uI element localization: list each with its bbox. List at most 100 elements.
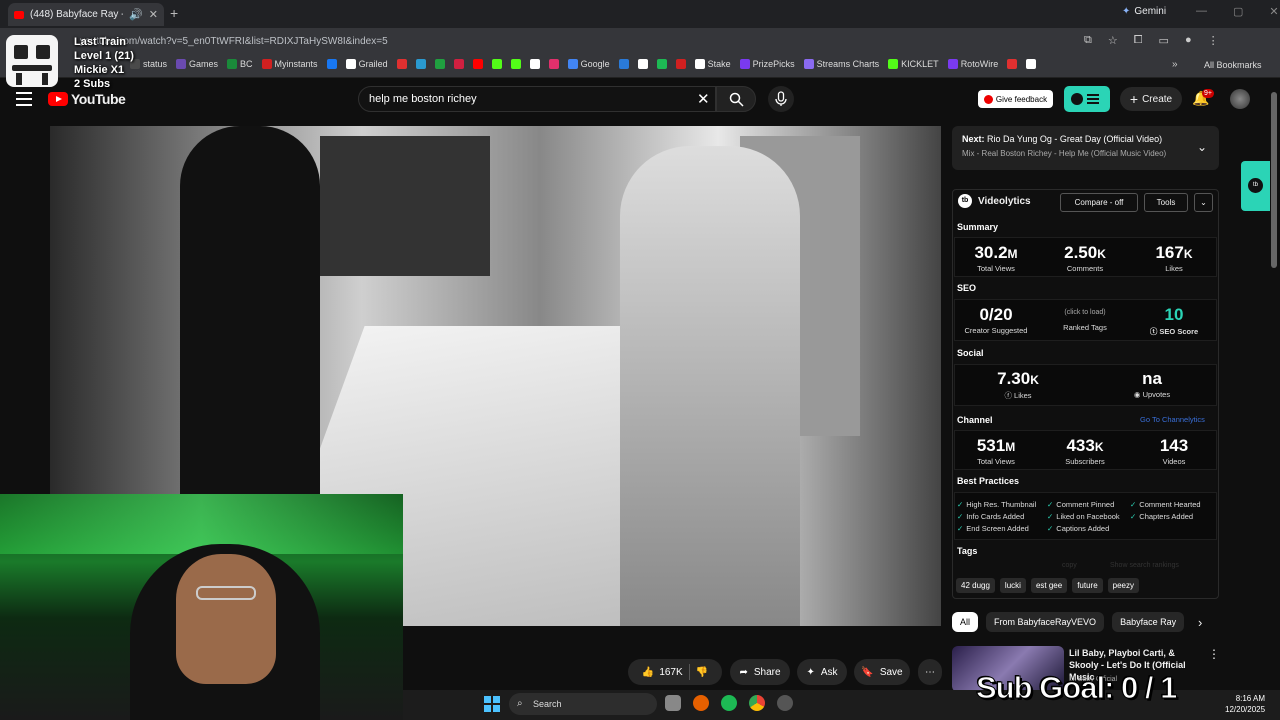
bookmark-label: BC [240,59,253,69]
firefox-icon[interactable] [693,695,709,711]
search-input[interactable]: help me boston richey [358,86,716,112]
tag-chip[interactable]: lucki [999,578,1026,593]
stat-label: Likes [1165,264,1183,273]
bookmark-item[interactable] [529,59,540,69]
plus-icon: + [1129,91,1139,107]
like-button[interactable]: 👍 167K [642,667,683,678]
bookmark-item[interactable]: RotoWire [947,59,998,69]
bookmark-item[interactable] [510,59,521,69]
creator-suggested-stat: 0/20 Creator Suggested [956,305,1036,335]
bookmark-item[interactable] [472,59,483,69]
profile-icon[interactable]: ● [1185,34,1192,47]
bookmark-item[interactable]: Grailed [345,59,388,69]
bookmark-item[interactable]: Games [176,59,218,69]
address-bar[interactable]: youtube.com/watch?v=5_en0TtWFRI&list=RDI… [72,33,1092,51]
create-button[interactable]: + Create [1120,87,1182,111]
more-actions-button[interactable]: ⋯ [918,659,942,685]
tag-chip[interactable]: est gee [1030,578,1068,593]
chip-from-channel[interactable]: From BabyfaceRayVEVO [986,612,1105,632]
seo-heading: SEO [957,283,977,293]
bookmark-item[interactable]: KICKLET [888,59,939,69]
bookmark-item[interactable] [656,59,667,69]
train-line: Last Train [74,36,126,48]
bookmark-item[interactable] [491,59,502,69]
gemini-button[interactable]: ✦ Gemini [1122,6,1166,17]
chevron-down-icon[interactable]: ⌄ [1197,140,1207,154]
stat-label: Subscribers [1065,457,1105,466]
bookmark-item[interactable]: BC [227,59,253,69]
browser-tab[interactable]: (448) Babyface Ray - Family 🔊 ✕ [8,3,164,26]
bookmark-item[interactable] [415,59,426,69]
search-button[interactable] [716,86,756,112]
channelytics-link[interactable]: Go To Channelytics [1140,415,1205,424]
chip-babyface-ray[interactable]: Babyface Ray [1112,612,1185,632]
bookmark-item[interactable]: status [130,59,167,69]
give-feedback-button[interactable]: Give feedback [978,90,1053,108]
bookmark-item[interactable] [326,59,337,69]
bookmark-item[interactable] [1026,59,1037,69]
bookmark-label: Myinstants [274,59,318,69]
panel-collapse-icon[interactable]: ⌄ [1194,193,1213,212]
bookmark-item[interactable]: Stake [694,59,731,69]
minimize-icon[interactable]: — [1196,5,1207,18]
chevron-right-icon[interactable]: › [1198,615,1202,630]
ranked-tags-stat[interactable]: (click to load) Ranked Tags [1045,308,1125,332]
windows-start-icon[interactable] [484,696,500,712]
tag-chip[interactable]: future [1072,578,1103,593]
sidebar-icon[interactable]: ▭ [1159,34,1169,47]
dislike-button[interactable]: 👎 [696,667,708,678]
address-bar-icons: ⧉ ☆ ⧠ ▭ ● ⋮ [1084,34,1219,47]
ask-button[interactable]: ✦ Ask [797,659,847,685]
bookmark-item[interactable] [675,59,686,69]
compare-toggle[interactable]: Compare - off [1060,193,1138,212]
bookmark-item[interactable]: PrizePicks [739,59,795,69]
share-button[interactable]: ➦ Share [730,659,790,685]
install-app-icon[interactable]: ⧉ [1084,34,1092,47]
account-avatar[interactable] [1230,89,1250,109]
clear-search-icon[interactable]: ✕ [697,90,710,108]
tools-dropdown[interactable]: Tools [1144,193,1188,212]
next-up-panel[interactable]: Next: Rio Da Yung Og - Great Day (Offici… [952,126,1219,170]
save-button[interactable]: 🔖 Save [854,659,910,685]
videolytics-floating-button[interactable]: tb [1241,161,1270,211]
bookmark-item[interactable]: Google [567,59,610,69]
show-search-rankings-link[interactable]: Show search rankings [1110,562,1179,569]
stat-value: 143 [1159,436,1189,455]
all-bookmarks-folder[interactable]: All Bookmarks [1204,60,1262,70]
close-tab-icon[interactable]: ✕ [149,8,158,21]
bookmark-item[interactable]: Myinstants [261,59,318,69]
bookmark-item[interactable] [637,59,648,69]
best-practice-label: High Res. Thumbnail [966,500,1037,509]
chrome-icon[interactable] [749,695,765,711]
speaker-icon[interactable]: 🔊 [129,8,143,21]
spotify-icon[interactable] [721,695,737,711]
new-tab-button[interactable]: + [170,5,178,21]
videolytics-toolbar-button[interactable] [1064,86,1110,112]
voice-search-button[interactable] [768,86,794,112]
tag-chip[interactable]: 42 dugg [956,578,995,593]
copy-tags-link[interactable]: copy [1062,562,1077,569]
scrollbar[interactable] [1271,92,1277,268]
bookmark-star-icon[interactable]: ☆ [1108,34,1118,47]
obs-icon[interactable] [777,695,793,711]
tag-chip[interactable]: peezy [1107,578,1140,593]
bookmark-item[interactable] [434,59,445,69]
more-bookmarks-icon[interactable]: » [1172,59,1178,70]
menu-icon[interactable]: ⋮ [1208,34,1219,47]
maximize-icon[interactable]: ▢ [1233,5,1243,18]
gemini-label: Gemini [1134,6,1167,17]
bookmark-item[interactable] [548,59,559,69]
bookmark-item[interactable] [396,59,407,69]
bookmark-item[interactable] [1007,59,1018,69]
bookmark-item[interactable] [453,59,464,69]
bookmark-item[interactable] [618,59,629,69]
taskbar-search[interactable]: ⌕ Search [509,693,657,715]
chip-all[interactable]: All [952,612,979,632]
extensions-icon[interactable]: ⧠ [1134,34,1143,47]
hamburger-menu-icon[interactable] [16,92,32,106]
more-vertical-icon[interactable]: ⋮ [1208,647,1220,661]
youtube-logo[interactable]: YouTube [48,91,126,107]
close-window-icon[interactable]: ✕ [1269,5,1278,18]
file-explorer-icon[interactable] [665,695,681,711]
bookmark-item[interactable]: Streams Charts [803,59,879,69]
